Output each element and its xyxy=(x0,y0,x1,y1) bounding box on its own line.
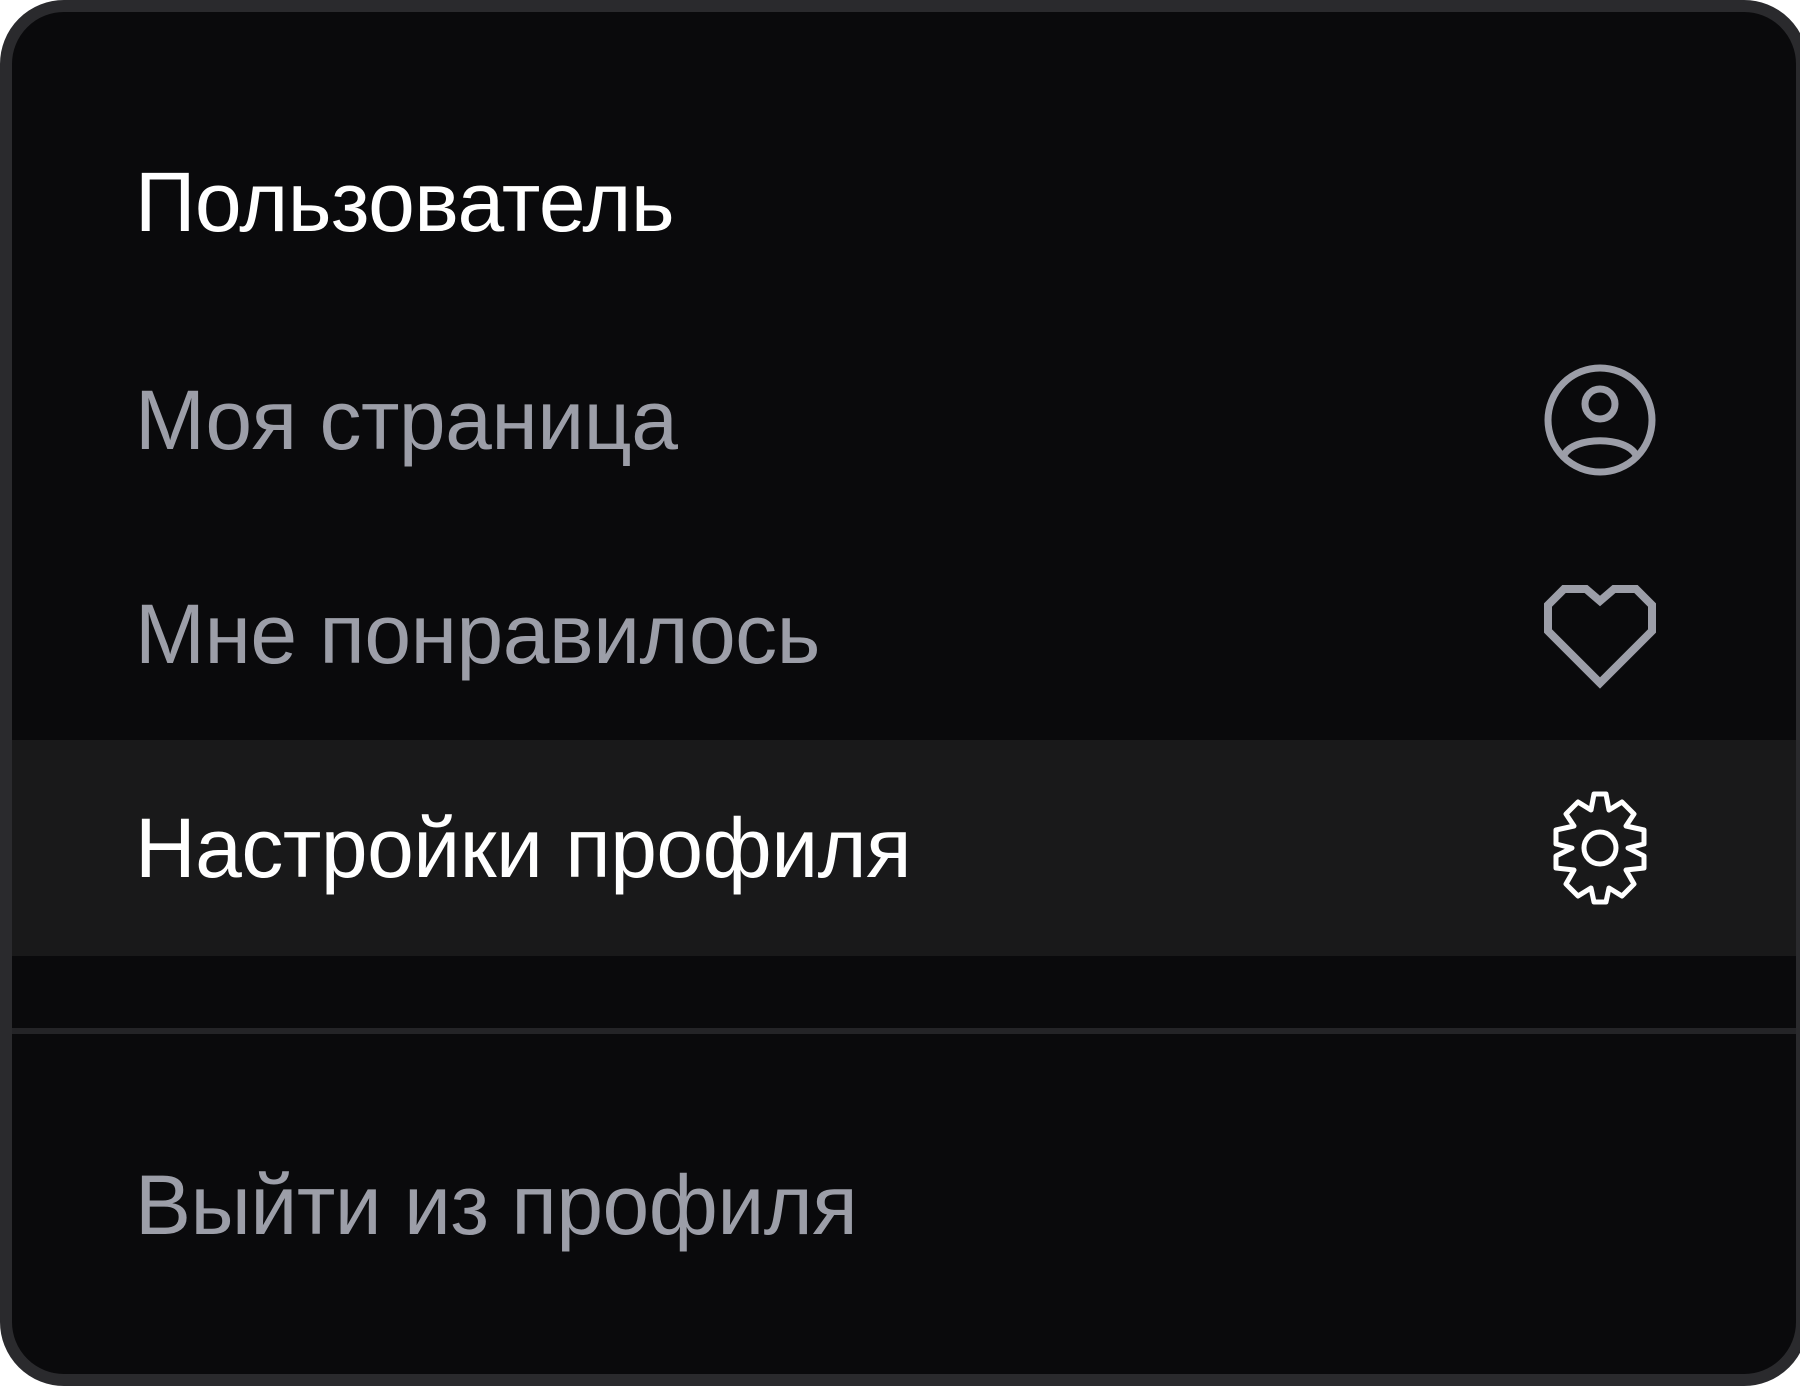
gear-icon xyxy=(1540,788,1660,908)
heart-icon xyxy=(1540,574,1660,694)
menu-item-my-page[interactable]: Моя страница xyxy=(12,312,1796,528)
logout-label: Выйти из профиля xyxy=(135,1158,858,1252)
menu-item-label: Мне понравилось xyxy=(135,587,820,681)
menu-item-profile-settings[interactable]: Настройки профиля xyxy=(12,740,1796,956)
menu-item-liked[interactable]: Мне понравилось xyxy=(12,526,1796,742)
user-menu: Пользователь Моя страница Мне понравилос… xyxy=(0,0,1800,1386)
menu-item-label: Моя страница xyxy=(135,373,678,467)
user-circle-icon xyxy=(1540,360,1660,480)
menu-header: Пользователь xyxy=(135,155,675,249)
logout-button[interactable]: Выйти из профиля xyxy=(12,1100,1796,1310)
user-menu-content: Пользователь Моя страница Мне понравилос… xyxy=(12,12,1796,1374)
menu-divider xyxy=(12,1028,1796,1034)
menu-item-label: Настройки профиля xyxy=(135,801,912,895)
